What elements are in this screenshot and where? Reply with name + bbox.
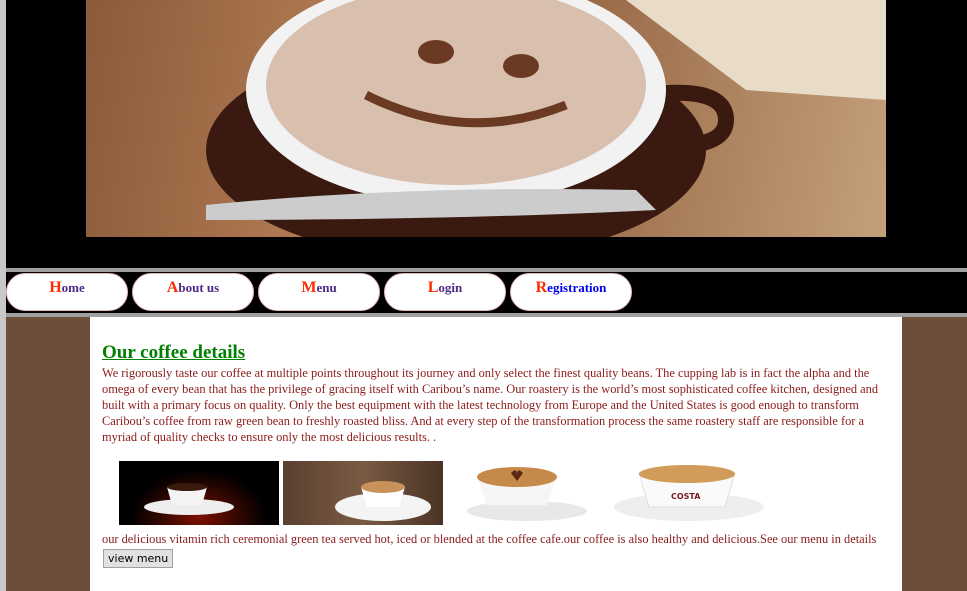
- page-title: Our coffee details: [102, 342, 246, 363]
- coffee-image-heart-latte: [447, 461, 607, 525]
- content-panel: Our coffee details We rigorously taste o…: [90, 317, 902, 591]
- coffee-image-latte-wood: [283, 461, 443, 525]
- nav-login[interactable]: Login: [384, 273, 506, 311]
- main-nav: Home About us Menu Login Registration: [6, 272, 967, 313]
- coffee-image-black-cup: [119, 461, 279, 525]
- caption-paragraph: our delicious vitamin rich ceremonial gr…: [102, 532, 877, 546]
- coffee-image-costa-cup: COSTA: [611, 461, 771, 525]
- nav-about-us[interactable]: About us: [132, 273, 254, 311]
- nav-home[interactable]: Home: [6, 273, 128, 311]
- intro-paragraph: We rigorously taste our coffee at multip…: [102, 366, 879, 444]
- main-area: Our coffee details We rigorously taste o…: [6, 317, 967, 591]
- nav-menu[interactable]: Menu: [258, 273, 380, 311]
- banner-image-smiley-latte: [86, 0, 886, 237]
- image-gallery: COSTA: [119, 461, 896, 525]
- view-menu-button[interactable]: view menu: [103, 549, 174, 568]
- header: [6, 0, 967, 268]
- nav-registration[interactable]: Registration: [510, 273, 632, 311]
- svg-text:COSTA: COSTA: [671, 492, 701, 501]
